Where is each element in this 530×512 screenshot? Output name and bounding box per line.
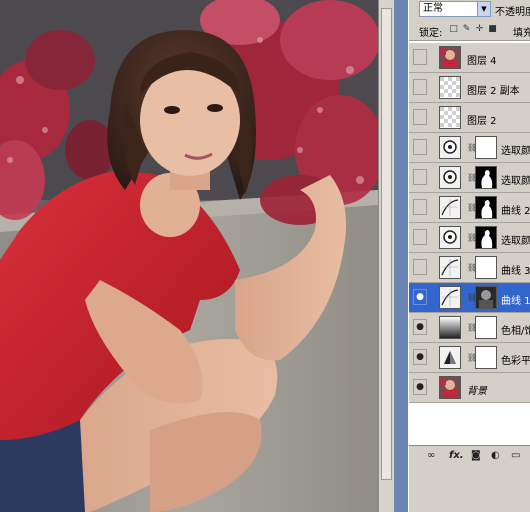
visibility-eye-icon[interactable]: ● <box>413 379 427 395</box>
link-layers-icon[interactable]: ∞ <box>427 450 435 462</box>
layer-name: 图层 2 <box>467 116 497 127</box>
opacity-label: 不透明度 <box>495 7 530 18</box>
layer-name: 曲线 3 <box>501 266 530 277</box>
mask-link-icon[interactable]: ⛓ <box>467 172 477 183</box>
mask-link-icon[interactable]: ⛓ <box>467 352 477 363</box>
blend-mode-row: 正常 ▼ 不透明度 <box>409 0 530 20</box>
layer-thumbnail[interactable] <box>439 136 461 159</box>
mask-link-icon[interactable]: ⛓ <box>467 142 477 153</box>
adjustment-layer-icon[interactable]: ◐ <box>491 450 500 462</box>
layer-row[interactable]: ● ⛓ 色彩平衡 <box>409 343 530 373</box>
visibility-eye-icon[interactable] <box>413 49 427 65</box>
visibility-eye-icon[interactable] <box>413 79 427 95</box>
fill-label: 填充 <box>513 28 530 39</box>
blend-mode-select[interactable]: 正常 ▼ <box>419 1 491 17</box>
blend-mode-value: 正常 <box>423 3 443 14</box>
layer-thumbnail[interactable] <box>439 256 461 279</box>
lock-transparency-icon[interactable]: □ <box>449 25 458 34</box>
layer-mask-thumbnail[interactable] <box>475 316 497 339</box>
visibility-eye-icon[interactable] <box>413 199 427 215</box>
panel-empty-area <box>409 467 530 512</box>
layer-mask-thumbnail[interactable] <box>475 286 497 309</box>
mask-link-icon[interactable]: ⛓ <box>467 232 477 243</box>
layer-thumbnail[interactable] <box>439 106 461 129</box>
layers-panel: 正常 ▼ 不透明度 锁定: □ ✎ ✛ ■ 填充 图层 4 图层 2 副本图层 2… <box>408 0 530 512</box>
layer-thumbnail[interactable] <box>439 46 461 69</box>
mask-link-icon[interactable]: ⛓ <box>467 202 477 213</box>
layer-thumbnail[interactable] <box>439 196 461 219</box>
layer-mask-thumbnail[interactable] <box>475 256 497 279</box>
layer-row[interactable]: ⛓ 曲线 3 <box>409 253 530 283</box>
new-group-icon[interactable]: ▭ <box>511 450 520 462</box>
layer-row[interactable]: ⛓ 选取颜色 <box>409 163 530 193</box>
layer-name: 选取颜色 <box>501 176 530 187</box>
visibility-eye-icon[interactable] <box>413 109 427 125</box>
layer-row[interactable]: ● ⛓ 色相/饱和 <box>409 313 530 343</box>
mask-link-icon[interactable]: ⛓ <box>467 262 477 273</box>
layer-row[interactable]: ● ⛓ 曲线 1 <box>409 283 530 313</box>
lock-label: 锁定: <box>419 28 443 39</box>
layer-name: 色彩平衡 <box>501 356 530 367</box>
layer-thumbnail[interactable] <box>439 166 461 189</box>
layer-row[interactable]: 图层 2 副本 <box>409 73 530 103</box>
layer-mask-thumbnail[interactable] <box>475 136 497 159</box>
layer-row[interactable]: ⛓ 选取颜色 <box>409 223 530 253</box>
layer-name: 图层 4 <box>467 56 497 67</box>
layer-mask-thumbnail[interactable] <box>475 346 497 369</box>
layer-row[interactable]: 图层 4 <box>409 43 530 73</box>
canvas-vertical-scrollbar[interactable] <box>378 0 394 512</box>
layer-thumbnail[interactable] <box>439 226 461 249</box>
layer-name: 曲线 2 <box>501 206 530 217</box>
layer-name: 背景 <box>467 386 487 397</box>
lock-all-icon[interactable]: ■ <box>488 25 497 34</box>
layer-list[interactable]: 图层 4 图层 2 副本图层 2 ⛓ 选取颜色 ⛓ 选取颜色 ⛓ 曲线 2 ⛓ 选取颜色 ⛓ 曲线 3… <box>409 41 530 445</box>
lock-brush-icon[interactable]: ✎ <box>462 25 471 34</box>
visibility-eye-icon[interactable]: ● <box>413 319 427 335</box>
lock-move-icon[interactable]: ✛ <box>475 25 484 34</box>
layer-thumbnail[interactable] <box>439 346 461 369</box>
layer-row[interactable]: ⛓ 选取颜色 <box>409 133 530 163</box>
visibility-eye-icon[interactable]: ● <box>413 289 427 305</box>
layer-thumbnail[interactable] <box>439 286 461 309</box>
layer-thumbnail[interactable] <box>439 376 461 399</box>
mask-link-icon[interactable]: ⛓ <box>467 322 477 333</box>
layer-row[interactable]: ● 背景 <box>409 373 530 403</box>
layer-name: 色相/饱和 <box>501 326 530 337</box>
layer-thumbnail[interactable] <box>439 316 461 339</box>
layers-bottom-toolbar: ∞ fx. ◙ ◐ ▭ <box>409 445 530 468</box>
layer-row[interactable]: ⛓ 曲线 2 <box>409 193 530 223</box>
visibility-eye-icon[interactable]: ● <box>413 349 427 365</box>
layer-mask-thumbnail[interactable] <box>475 226 497 249</box>
lock-row: 锁定: □ ✎ ✛ ■ 填充 <box>409 20 530 41</box>
layer-mask-thumbnail[interactable] <box>475 166 497 189</box>
visibility-eye-icon[interactable] <box>413 259 427 275</box>
layer-thumbnail[interactable] <box>439 76 461 99</box>
visibility-eye-icon[interactable] <box>413 229 427 245</box>
scrollbar-thumb[interactable] <box>381 8 392 480</box>
visibility-eye-icon[interactable] <box>413 169 427 185</box>
layer-name: 图层 2 副本 <box>467 86 520 97</box>
mask-link-icon[interactable]: ⛓ <box>467 292 477 303</box>
chevron-down-icon[interactable]: ▼ <box>477 2 490 16</box>
layer-name: 曲线 1 <box>501 296 530 307</box>
layer-name: 选取颜色 <box>501 236 530 247</box>
visibility-eye-icon[interactable] <box>413 139 427 155</box>
layer-mask-thumbnail[interactable] <box>475 196 497 219</box>
layer-name: 选取颜色 <box>501 146 530 157</box>
document-canvas[interactable] <box>0 0 378 512</box>
layer-row[interactable]: 图层 2 <box>409 103 530 133</box>
add-mask-icon[interactable]: ◙ <box>471 450 481 462</box>
workspace-background <box>394 0 408 512</box>
photo-image <box>0 0 378 512</box>
fx-icon[interactable]: fx. <box>449 450 464 462</box>
